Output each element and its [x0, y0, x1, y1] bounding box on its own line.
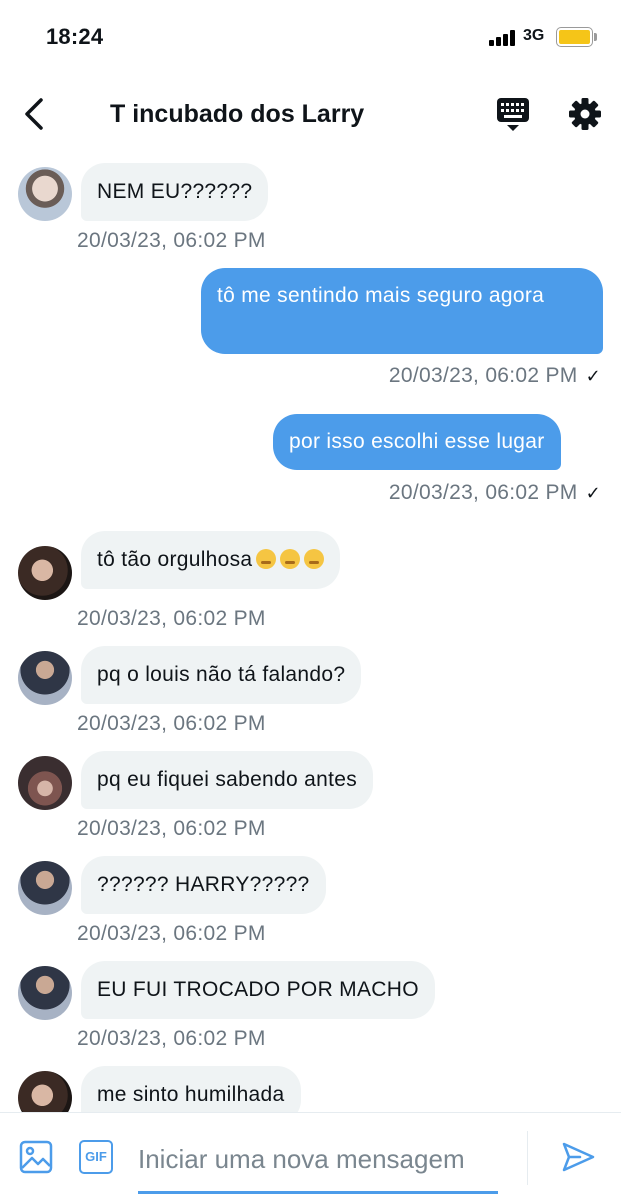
sender-avatar[interactable] — [18, 756, 72, 810]
back-button[interactable] — [14, 92, 54, 136]
message-bubble[interactable]: tô me sentindo mais seguro agora — [201, 268, 603, 354]
message-timestamp: 20/03/23, 06:02 PM — [77, 922, 266, 945]
send-button[interactable] — [560, 1139, 596, 1175]
message-text: ?????? HARRY????? — [97, 873, 310, 896]
message-bubble[interactable]: pq o louis não tá falando? — [81, 646, 362, 704]
message-text: tô tão orgulhosa — [97, 548, 253, 571]
add-image-button[interactable] — [18, 1139, 54, 1175]
image-icon — [19, 1140, 53, 1174]
sneezing-face-emoji — [256, 549, 277, 569]
message-timestamp: 20/03/23, 06:02 PM — [77, 607, 266, 630]
sender-avatar[interactable] — [18, 1071, 72, 1112]
message-bubble[interactable]: NEM EU?????? — [81, 163, 269, 221]
message-bubble[interactable]: me sinto humilhada — [81, 1066, 301, 1112]
sender-avatar[interactable] — [18, 861, 72, 915]
message-bubble[interactable]: EU FUI TROCADO POR MACHO — [81, 961, 435, 1019]
message-timestamp: 20/03/23, 06:02 PM ✓ — [388, 481, 601, 504]
message-timestamp: 20/03/23, 06:02 PM ✓ — [388, 364, 601, 387]
add-gif-button[interactable]: GIF — [79, 1140, 113, 1174]
signal-icon — [489, 30, 519, 46]
battery-icon — [556, 27, 593, 47]
sender-avatar[interactable] — [18, 167, 72, 221]
status-bar: 18:24 3G — [0, 0, 621, 70]
sender-avatar[interactable] — [18, 966, 72, 1020]
sender-avatar[interactable] — [18, 546, 72, 600]
message-text: pq o louis não tá falando? — [97, 663, 346, 686]
sent-check-icon: ✓ — [585, 366, 601, 386]
send-icon — [562, 1142, 595, 1172]
message-bubble[interactable]: tô tão orgulhosa — [81, 531, 341, 589]
gear-icon — [569, 98, 601, 130]
composer-divider — [527, 1131, 528, 1185]
message-text: NEM EU?????? — [97, 180, 253, 203]
conversation-header: T incubado dos Larry — [0, 80, 621, 150]
status-time: 18:24 — [46, 24, 104, 49]
message-text: pq eu fiquei sabendo antes — [97, 768, 358, 791]
message-text: EU FUI TROCADO POR MACHO — [97, 978, 419, 1001]
message-input[interactable] — [138, 1139, 498, 1179]
network-label: 3G — [523, 27, 545, 44]
message-bubble[interactable]: por isso escolhi esse lugar — [273, 414, 561, 470]
message-bubble[interactable]: ?????? HARRY????? — [81, 856, 326, 914]
message-text: por isso escolhi esse lugar — [289, 430, 545, 453]
keyboard-icon — [497, 98, 529, 131]
message-timestamp: 20/03/23, 06:02 PM — [77, 229, 266, 252]
gif-icon: GIF — [85, 1149, 107, 1164]
message-list[interactable]: NEM EU?????? 20/03/23, 06:02 PM tô me se… — [0, 150, 621, 1112]
conversation-title: T incubado dos Larry — [110, 100, 365, 128]
message-text: tô me sentindo mais seguro agora — [217, 284, 545, 307]
message-bubble[interactable]: pq eu fiquei sabendo antes — [81, 751, 374, 809]
message-timestamp: 20/03/23, 06:02 PM — [77, 817, 266, 840]
message-timestamp: 20/03/23, 06:02 PM — [77, 1027, 266, 1050]
input-focus-underline — [138, 1191, 498, 1194]
sneezing-face-emoji — [280, 549, 301, 569]
keyboard-button[interactable] — [494, 94, 532, 134]
sneezing-face-emoji — [304, 549, 325, 569]
sent-check-icon: ✓ — [585, 483, 601, 503]
chevron-left-icon — [25, 98, 43, 130]
sender-avatar[interactable] — [18, 651, 72, 705]
settings-button[interactable] — [566, 94, 604, 134]
message-text: me sinto humilhada — [97, 1083, 285, 1106]
message-composer: GIF — [0, 1112, 621, 1200]
message-timestamp: 20/03/23, 06:02 PM — [77, 712, 266, 735]
